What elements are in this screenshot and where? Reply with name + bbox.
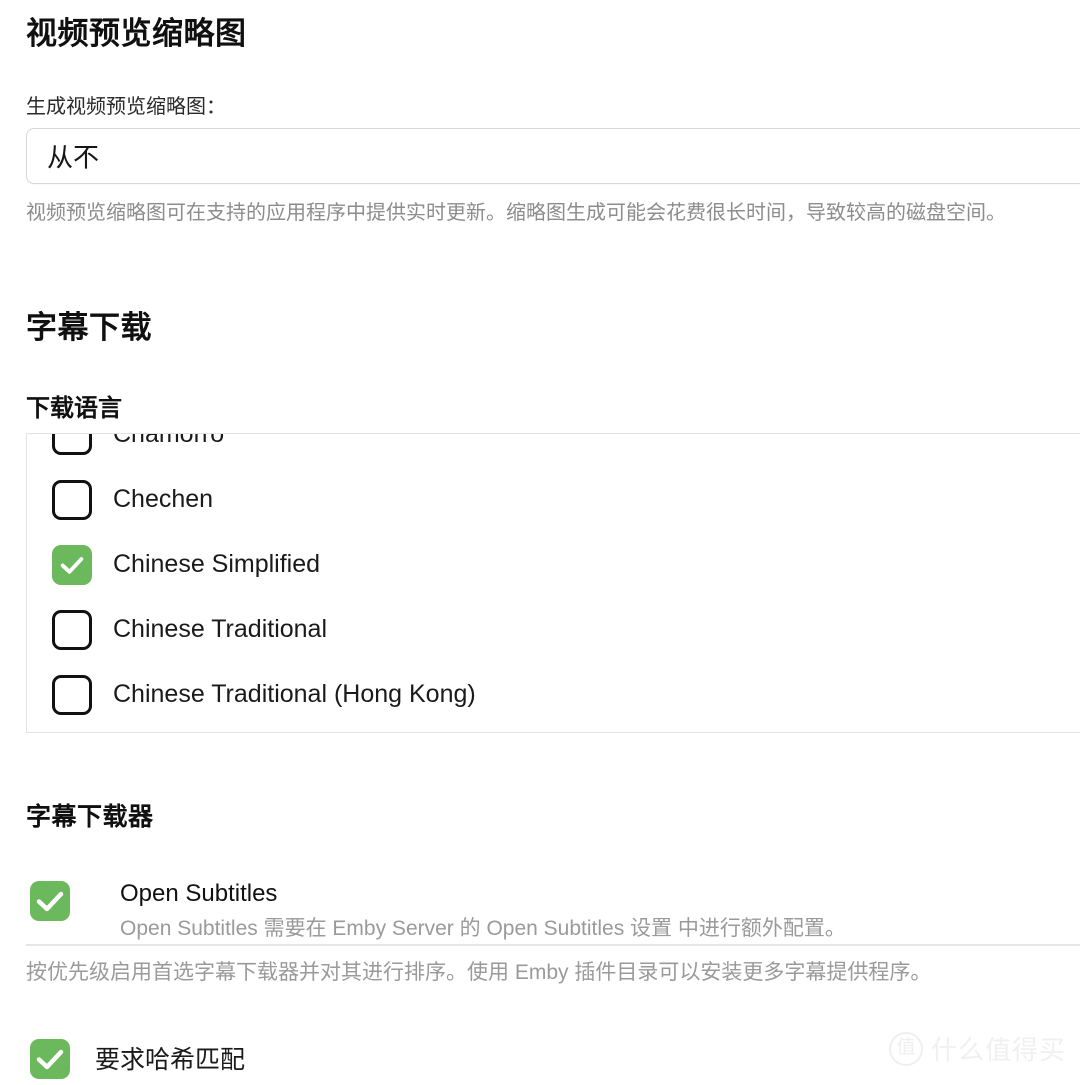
subtitle-provider-text: Open Subtitles Open Subtitles 需要在 Emby S… xyxy=(120,878,846,946)
download-language-list[interactable]: Chamorro Chechen Chinese Simplified Chin… xyxy=(26,433,1080,733)
list-item[interactable]: Chamorro xyxy=(27,433,1080,467)
list-item[interactable]: Chechen xyxy=(27,467,1080,532)
list-item-label: Chechen xyxy=(113,485,214,513)
check-icon xyxy=(60,556,84,574)
subtitle-provider-name: Open Subtitles xyxy=(120,880,278,907)
subtitle-provider-row[interactable]: Open Subtitles Open Subtitles 需要在 Emby S… xyxy=(30,878,846,946)
subtitle-downloader-footer-description: 按优先级启用首选字幕下载器并对其进行排序。使用 Emby 插件目录可以安装更多字… xyxy=(26,961,932,984)
settings-page: 视频预览缩略图 生成视频预览缩略图： 从不 视频预览缩略图可在支持的应用程序中提… xyxy=(0,0,1080,1085)
checkbox-icon[interactable] xyxy=(30,881,70,921)
generate-thumbnails-select[interactable]: 从不 xyxy=(26,128,1080,184)
subtitle-download-section-title: 字幕下载 xyxy=(26,310,152,345)
video-thumbnails-section-title: 视频预览缩略图 xyxy=(26,16,247,51)
subtitle-downloader-section-title: 字幕下载器 xyxy=(26,803,154,831)
list-item-label: Chinese Traditional xyxy=(113,615,328,643)
generate-thumbnails-selected-value: 从不 xyxy=(47,142,100,173)
subtitle-provider-description: Open Subtitles 需要在 Emby Server 的 Open Su… xyxy=(120,917,846,940)
list-item-label: Chinese Traditional (Hong Kong) xyxy=(113,680,476,708)
generate-thumbnails-label: 生成视频预览缩略图： xyxy=(26,96,226,118)
list-item-label: Chamorro xyxy=(113,433,225,448)
check-icon xyxy=(36,1049,64,1070)
watermark-text: 什么值得买 xyxy=(930,1035,1066,1065)
check-icon xyxy=(36,891,64,912)
require-hash-match-label: 要求哈希匹配 xyxy=(95,1045,246,1074)
watermark-badge-icon: 值 xyxy=(888,1031,923,1066)
list-item[interactable]: Chinese Traditional (Hong Kong) xyxy=(27,662,1080,727)
list-item-label: Chinese Simplified xyxy=(113,550,321,578)
checkbox-icon[interactable] xyxy=(52,609,92,650)
generate-thumbnails-description: 视频预览缩略图可在支持的应用程序中提供实时更新。缩略图生成可能会花费很长时间，导… xyxy=(26,202,1006,224)
list-item[interactable]: Chinese Simplified xyxy=(27,532,1080,597)
divider xyxy=(26,944,1080,946)
download-language-heading: 下载语言 xyxy=(26,395,122,422)
watermark: 值 什么值得买 xyxy=(888,1030,1066,1067)
checkbox-icon[interactable] xyxy=(52,434,92,455)
download-language-scroll-area: Chamorro Chechen Chinese Simplified Chin… xyxy=(27,433,1080,727)
require-hash-match-row[interactable]: 要求哈希匹配 xyxy=(30,1036,245,1079)
list-item[interactable]: Chinese Traditional xyxy=(27,597,1080,662)
checkbox-icon[interactable] xyxy=(52,674,92,715)
checkbox-icon[interactable] xyxy=(52,479,92,520)
checkbox-icon[interactable] xyxy=(30,1039,70,1079)
checkbox-icon[interactable] xyxy=(52,544,92,585)
